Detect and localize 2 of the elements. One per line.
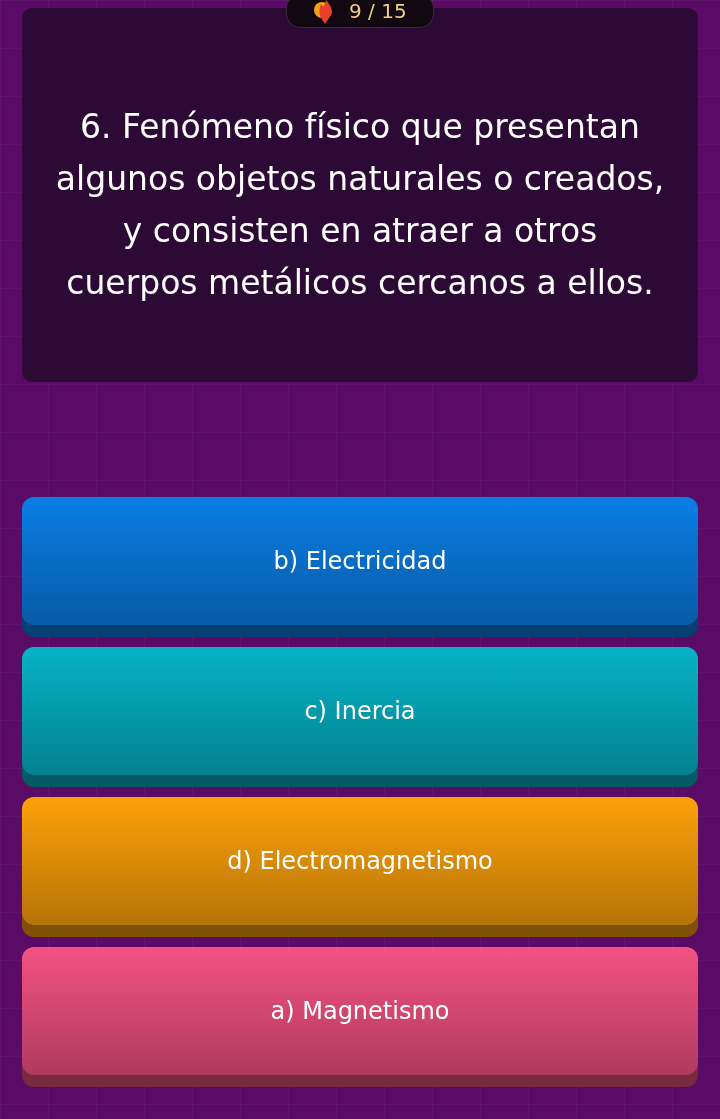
question-text: 6. Fenómeno físico que presentan algunos objetos naturales o creados, y consisten en atraer a otros cuerpos metálicos cercanos a ellos. [54,106,666,304]
progress-counter: 9 / 15 [349,0,407,25]
